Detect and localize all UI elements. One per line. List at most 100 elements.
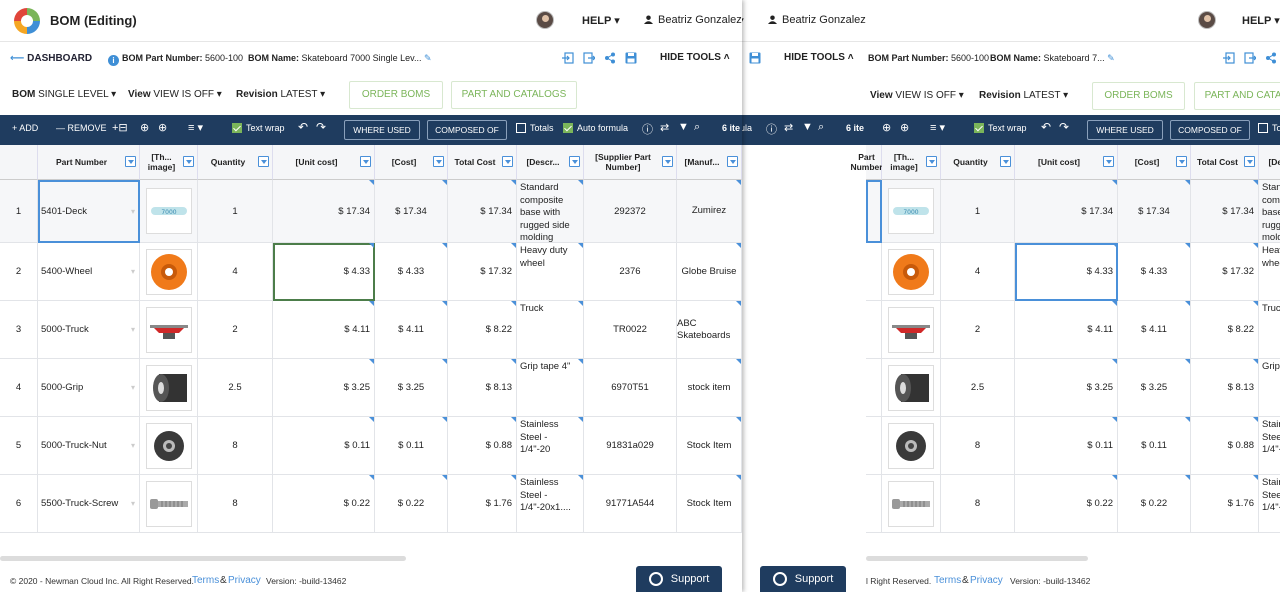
cell-qty[interactable]: 1 (198, 180, 273, 243)
avatar[interactable] (536, 11, 554, 29)
cell-supplier[interactable]: 91771A544 (584, 475, 677, 533)
cell-total[interactable]: $ 1.76 (1191, 475, 1259, 533)
where-used-button[interactable]: WHERE USED (344, 120, 420, 140)
cell-unit[interactable]: $ 4.11 (1015, 301, 1118, 359)
filter-icon[interactable]: ▼ (678, 121, 689, 133)
cell-desc[interactable]: Heavy duty wheel (1259, 243, 1280, 301)
cell-total[interactable]: $ 8.22 (448, 301, 517, 359)
cell-desc[interactable]: Stainless Steel - 1/4"-20x1.... (1259, 475, 1280, 533)
column-filter-icon[interactable] (1103, 156, 1114, 167)
move-up-icon[interactable]: ⊕ (140, 121, 149, 134)
cell-manuf[interactable]: Globe Bruise (677, 243, 742, 301)
cell-img[interactable] (140, 301, 198, 359)
cell-img[interactable]: 7000 (140, 180, 198, 243)
cell-part[interactable] (866, 417, 882, 475)
add-row-button[interactable]: + ADD (12, 123, 38, 133)
column-header-total[interactable]: Total Cost (448, 145, 517, 180)
text-wrap-checkbox[interactable]: Text wrap (974, 123, 1027, 133)
info-icon[interactable]: i (108, 55, 119, 66)
part-catalogs-button[interactable]: PART AND CATALOGS (451, 81, 577, 109)
horizontal-scrollbar[interactable] (742, 556, 1280, 562)
cell-cost[interactable]: $ 4.33 (1118, 243, 1191, 301)
cell-desc[interactable]: Truck (517, 301, 584, 359)
column-filter-icon[interactable] (360, 156, 371, 167)
column-filter-icon[interactable] (926, 156, 937, 167)
scrollbar-thumb[interactable] (866, 556, 1088, 561)
column-header-manuf[interactable]: [Manuf... (677, 145, 742, 180)
cell-supplier[interactable]: 6970T51 (584, 359, 677, 417)
cell-qty[interactable]: 8 (198, 475, 273, 533)
cell-qty[interactable]: 2 (198, 301, 273, 359)
cell-n[interactable]: 1 (0, 180, 38, 243)
auto-formula-checkbox[interactable]: Auto formula (563, 123, 628, 133)
cell-cost[interactable]: $ 0.22 (1118, 475, 1191, 533)
where-used-button[interactable]: WHERE USED (1087, 120, 1163, 140)
part-dropdown-icon[interactable]: ▾ (131, 499, 135, 508)
cell-unit[interactable]: $ 17.34 (1015, 180, 1118, 243)
cell-desc[interactable]: Standard composite base with rugged side… (1259, 180, 1280, 243)
cell-part[interactable]: 5000-Grip ▾ (38, 359, 140, 417)
cell-unit[interactable]: $ 17.34 (273, 180, 375, 243)
save-icon[interactable] (749, 52, 761, 64)
column-header-desc[interactable]: [Descr... (517, 145, 584, 180)
cell-img[interactable] (140, 359, 198, 417)
column-filter-icon[interactable] (1244, 156, 1255, 167)
cell-part[interactable] (866, 243, 882, 301)
order-boms-button[interactable]: ORDER BOMS (1092, 82, 1185, 110)
cell-supplier[interactable]: 292372 (584, 180, 677, 243)
column-header-unit[interactable]: [Unit cost] (273, 145, 375, 180)
cell-qty[interactable]: 4 (941, 243, 1015, 301)
revision-select[interactable]: Revision LATEST ▾ (979, 90, 1068, 101)
column-header-qty[interactable]: Quantity (198, 145, 273, 180)
column-filter-icon[interactable] (662, 156, 673, 167)
cell-unit[interactable]: $ 3.25 (273, 359, 375, 417)
redo-icon[interactable]: ↷ (1059, 120, 1069, 134)
cell-total[interactable]: $ 8.13 (1191, 359, 1259, 417)
cell-qty[interactable]: 2.5 (198, 359, 273, 417)
align-icon[interactable]: ≡ ▾ (930, 121, 945, 134)
column-filter-icon[interactable] (183, 156, 194, 167)
cell-desc[interactable]: Truck (1259, 301, 1280, 359)
help-menu[interactable]: HELP ▾ (742, 14, 744, 27)
cell-unit[interactable]: $ 4.33 (1015, 243, 1118, 301)
cell-cost[interactable]: $ 0.11 (1118, 417, 1191, 475)
support-button[interactable]: Support (636, 566, 722, 592)
column-header-part[interactable]: Part Number (38, 145, 140, 180)
export-icon[interactable] (1244, 52, 1256, 64)
text-wrap-checkbox[interactable]: Text wrap (232, 123, 285, 133)
cell-total[interactable]: $ 17.34 (1191, 180, 1259, 243)
info-icon[interactable]: ⓘ (642, 121, 653, 137)
swap-icon[interactable]: ⇄ (660, 121, 669, 134)
cell-cost[interactable]: $ 17.34 (1118, 180, 1191, 243)
cell-manuf[interactable]: Stock Item (677, 417, 742, 475)
view-select[interactable]: View VIEW IS OFF ▾ (870, 90, 964, 101)
cell-total[interactable]: $ 17.34 (448, 180, 517, 243)
column-filter-icon[interactable] (1000, 156, 1011, 167)
cell-part[interactable] (866, 475, 882, 533)
cell-qty[interactable]: 1 (941, 180, 1015, 243)
edit-pencil-icon[interactable]: ✎ (1107, 53, 1115, 63)
cell-manuf[interactable]: Stock Item (677, 475, 742, 533)
column-header-n[interactable] (0, 145, 38, 180)
cell-supplier[interactable]: TR0022 (584, 301, 677, 359)
avatar[interactable] (1198, 11, 1216, 29)
cell-total[interactable]: $ 17.32 (448, 243, 517, 301)
cell-total[interactable]: $ 0.88 (1191, 417, 1259, 475)
cell-desc[interactable]: Stainless Steel - 1/4"-20 (1259, 417, 1280, 475)
column-header-supplier[interactable]: [Supplier Part Number] (584, 145, 677, 180)
cell-unit[interactable]: $ 0.11 (273, 417, 375, 475)
cell-n[interactable]: 4 (0, 359, 38, 417)
auto-formula-checkbox[interactable]: Auto formula (742, 123, 752, 133)
align-icon[interactable]: ≡ ▾ (188, 121, 203, 134)
share-icon[interactable] (604, 52, 616, 64)
dashboard-link[interactable]: ⟵ DASHBOARD (10, 53, 92, 64)
cell-img[interactable] (140, 417, 198, 475)
column-filter-icon[interactable] (727, 156, 738, 167)
part-dropdown-icon[interactable]: ▾ (131, 325, 135, 334)
cell-n[interactable]: 3 (0, 301, 38, 359)
cell-part[interactable] (866, 180, 882, 243)
scrollbar-thumb[interactable] (0, 556, 406, 561)
cell-img[interactable] (882, 243, 941, 301)
cell-cost[interactable]: $ 17.34 (375, 180, 448, 243)
cell-manuf[interactable]: ABC Skateboards (677, 301, 742, 359)
